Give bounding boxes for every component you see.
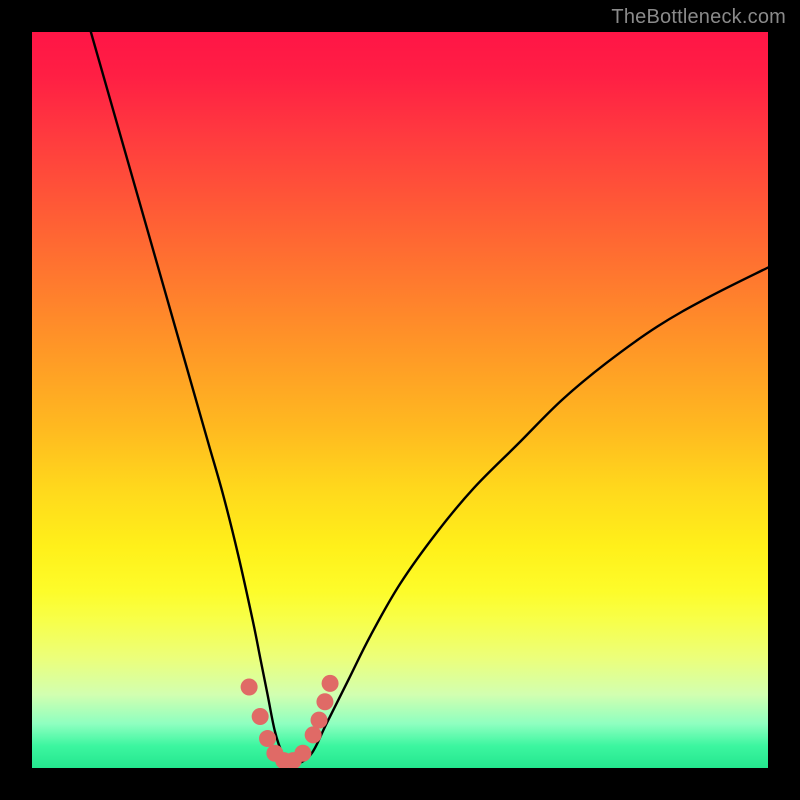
bottleneck-curve — [91, 32, 768, 766]
highlight-dot — [305, 726, 322, 743]
watermark-text: TheBottleneck.com — [611, 6, 786, 29]
highlight-dot — [311, 712, 328, 729]
highlight-dot — [259, 730, 276, 747]
highlight-dot — [241, 679, 258, 696]
highlight-dot — [322, 675, 339, 692]
chart-frame: TheBottleneck.com — [0, 0, 800, 800]
curve-layer — [32, 32, 768, 768]
plot-area — [32, 32, 768, 768]
highlight-dot — [294, 745, 311, 762]
highlight-dot — [252, 708, 269, 725]
highlight-dots — [241, 675, 339, 768]
highlight-dot — [316, 693, 333, 710]
